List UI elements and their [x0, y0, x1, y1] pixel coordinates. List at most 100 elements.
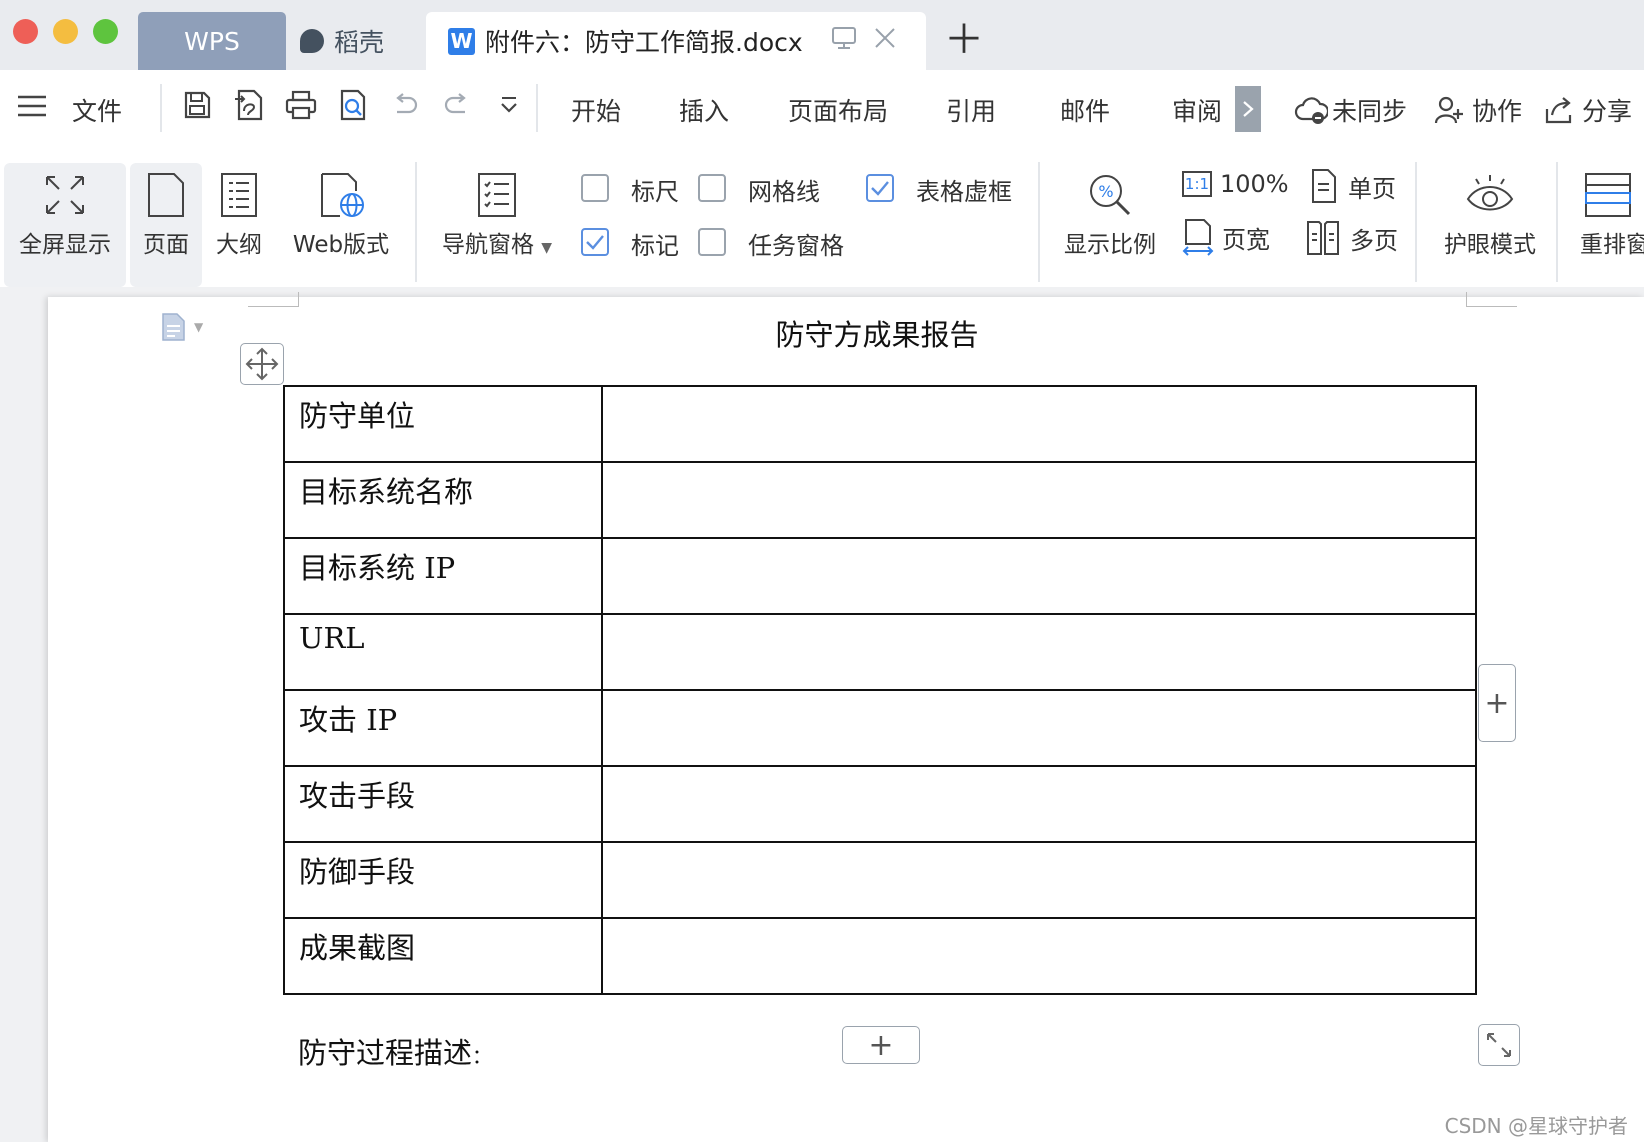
nav-pane-label: 导航窗格 ▼ — [441, 232, 553, 258]
close-tab-icon[interactable] — [873, 26, 897, 56]
table-row: URL — [283, 613, 1477, 691]
ruler-checkbox[interactable] — [581, 174, 609, 202]
fullscreen-icon — [46, 176, 84, 214]
add-user-icon — [1434, 96, 1463, 124]
new-tab-button[interactable]: ＋ — [944, 14, 984, 66]
row-label[interactable]: 目标系统 IP — [283, 537, 603, 615]
quick-access-dropdown-icon[interactable] — [492, 88, 526, 122]
print-preview-icon[interactable] — [336, 88, 370, 122]
menu-home[interactable]: 开始 — [571, 92, 621, 128]
table-gridlines-checkbox[interactable] — [866, 174, 894, 202]
table-row: 攻击手段 — [283, 765, 1477, 843]
checkmark-icon — [871, 181, 889, 196]
row-value[interactable] — [601, 689, 1477, 767]
share-icon — [1545, 97, 1572, 124]
menu-insert[interactable]: 插入 — [679, 92, 729, 128]
tab-document-label: 附件六：防守工作简报.docx — [485, 28, 803, 57]
row-value[interactable] — [601, 613, 1477, 691]
table-gridlines-label: 表格虚框 — [916, 178, 1012, 206]
row-label[interactable]: 防守单位 — [283, 385, 603, 463]
screen-icon[interactable] — [831, 26, 857, 56]
resize-icon — [1487, 1033, 1511, 1057]
eye-protection-button[interactable]: 护眼模式 — [1432, 163, 1548, 287]
row-value[interactable] — [601, 841, 1477, 919]
zoom-window-button[interactable] — [93, 19, 118, 44]
row-label[interactable]: URL — [283, 613, 603, 691]
rearrange-windows-button[interactable]: 重排窗 — [1578, 163, 1644, 287]
divider — [536, 84, 538, 132]
chevron-right-icon — [1243, 101, 1254, 117]
menu-references[interactable]: 引用 — [946, 92, 996, 128]
print-icon[interactable] — [284, 88, 318, 122]
margin-mark-right — [1466, 292, 1517, 307]
collaborate-button[interactable]: 协作 — [1434, 92, 1522, 128]
share-button[interactable]: 分享 — [1544, 92, 1632, 128]
undo-icon[interactable] — [388, 88, 422, 122]
dropdown-arrow-icon: ▼ — [541, 240, 553, 256]
result-report-table: 防守单位 目标系统名称 目标系统 IP URL 攻击 IP 攻击手段 防御手段 … — [283, 385, 1477, 995]
multi-page-button[interactable]: 多页 — [1306, 220, 1398, 256]
tab-document[interactable]: W 附件六：防守工作简报.docx — [426, 12, 926, 70]
watermark: CSDN @星球守护者 — [1444, 1114, 1628, 1138]
export-pdf-icon[interactable] — [232, 88, 266, 122]
sync-status[interactable]: 未同步 — [1294, 92, 1407, 128]
dropdown-arrow-icon: ▼ — [194, 320, 204, 334]
paragraph-options-button[interactable]: ▼ — [160, 312, 203, 342]
minimize-window-button[interactable] — [53, 19, 78, 44]
divider — [1038, 162, 1040, 282]
tab-wps[interactable]: WPS — [138, 12, 286, 70]
single-page-label: 单页 — [1348, 174, 1396, 203]
menu-file[interactable]: 文件 — [72, 92, 122, 128]
gridlines-checkbox[interactable] — [698, 174, 726, 202]
fullscreen-label: 全屏显示 — [19, 232, 111, 258]
page-width-button[interactable]: 页宽 — [1182, 218, 1270, 256]
zoom-button[interactable]: % 显示比例 — [1055, 163, 1165, 287]
svg-text:%: % — [1098, 182, 1113, 201]
share-label: 分享 — [1582, 97, 1633, 126]
web-view-label: Web版式 — [292, 232, 390, 258]
task-pane-checkbox[interactable] — [698, 228, 726, 256]
hamburger-menu-icon[interactable] — [17, 94, 47, 122]
row-label[interactable]: 防御手段 — [283, 841, 603, 919]
row-value[interactable] — [601, 461, 1477, 539]
zoom-100-button[interactable]: 1:1 100% — [1182, 170, 1289, 198]
page-view-button[interactable]: 页面 — [130, 163, 202, 287]
row-value[interactable] — [601, 917, 1477, 995]
nav-pane-button[interactable]: 导航窗格 ▼ — [432, 163, 562, 287]
menu-page-layout[interactable]: 页面布局 — [788, 92, 888, 128]
redo-icon[interactable] — [440, 88, 474, 122]
outline-view-button[interactable]: 大纲 — [208, 163, 270, 287]
menu-review[interactable]: 审阅 — [1172, 92, 1222, 128]
single-page-button[interactable]: 单页 — [1310, 168, 1396, 204]
document-title: 防守方成果报告 — [775, 318, 979, 352]
fullscreen-button[interactable]: 全屏显示 — [4, 163, 126, 287]
close-window-button[interactable] — [13, 19, 38, 44]
divider — [1415, 162, 1417, 282]
row-label[interactable]: 攻击手段 — [283, 765, 603, 843]
marks-checkbox[interactable] — [581, 228, 609, 256]
rearrange-windows-icon — [1585, 173, 1631, 217]
multi-page-label: 多页 — [1350, 226, 1398, 255]
row-label[interactable]: 成果截图 — [283, 917, 603, 995]
move-icon — [245, 347, 279, 381]
save-icon[interactable] — [180, 88, 214, 122]
row-value[interactable] — [601, 385, 1477, 463]
add-row-button[interactable]: + — [842, 1026, 920, 1064]
table-row: 攻击 IP — [283, 689, 1477, 767]
row-label[interactable]: 目标系统名称 — [283, 461, 603, 539]
gridlines-label: 网格线 — [748, 178, 820, 206]
row-value[interactable] — [601, 765, 1477, 843]
eye-protection-label: 护眼模式 — [1444, 232, 1536, 258]
web-view-button[interactable]: Web版式 — [286, 163, 396, 287]
table-move-handle[interactable] — [240, 343, 284, 385]
tab-daoke[interactable]: 稻壳 — [300, 12, 418, 70]
add-column-button[interactable]: + — [1478, 664, 1516, 742]
checkmark-icon — [586, 235, 604, 250]
zoom-label: 显示比例 — [1064, 232, 1156, 258]
table-resize-handle[interactable] — [1478, 1024, 1520, 1066]
row-value[interactable] — [601, 537, 1477, 615]
plus-icon: + — [1484, 685, 1510, 721]
row-label[interactable]: 攻击 IP — [283, 689, 603, 767]
more-menu-button[interactable] — [1235, 86, 1261, 132]
menu-mailings[interactable]: 邮件 — [1060, 92, 1110, 128]
